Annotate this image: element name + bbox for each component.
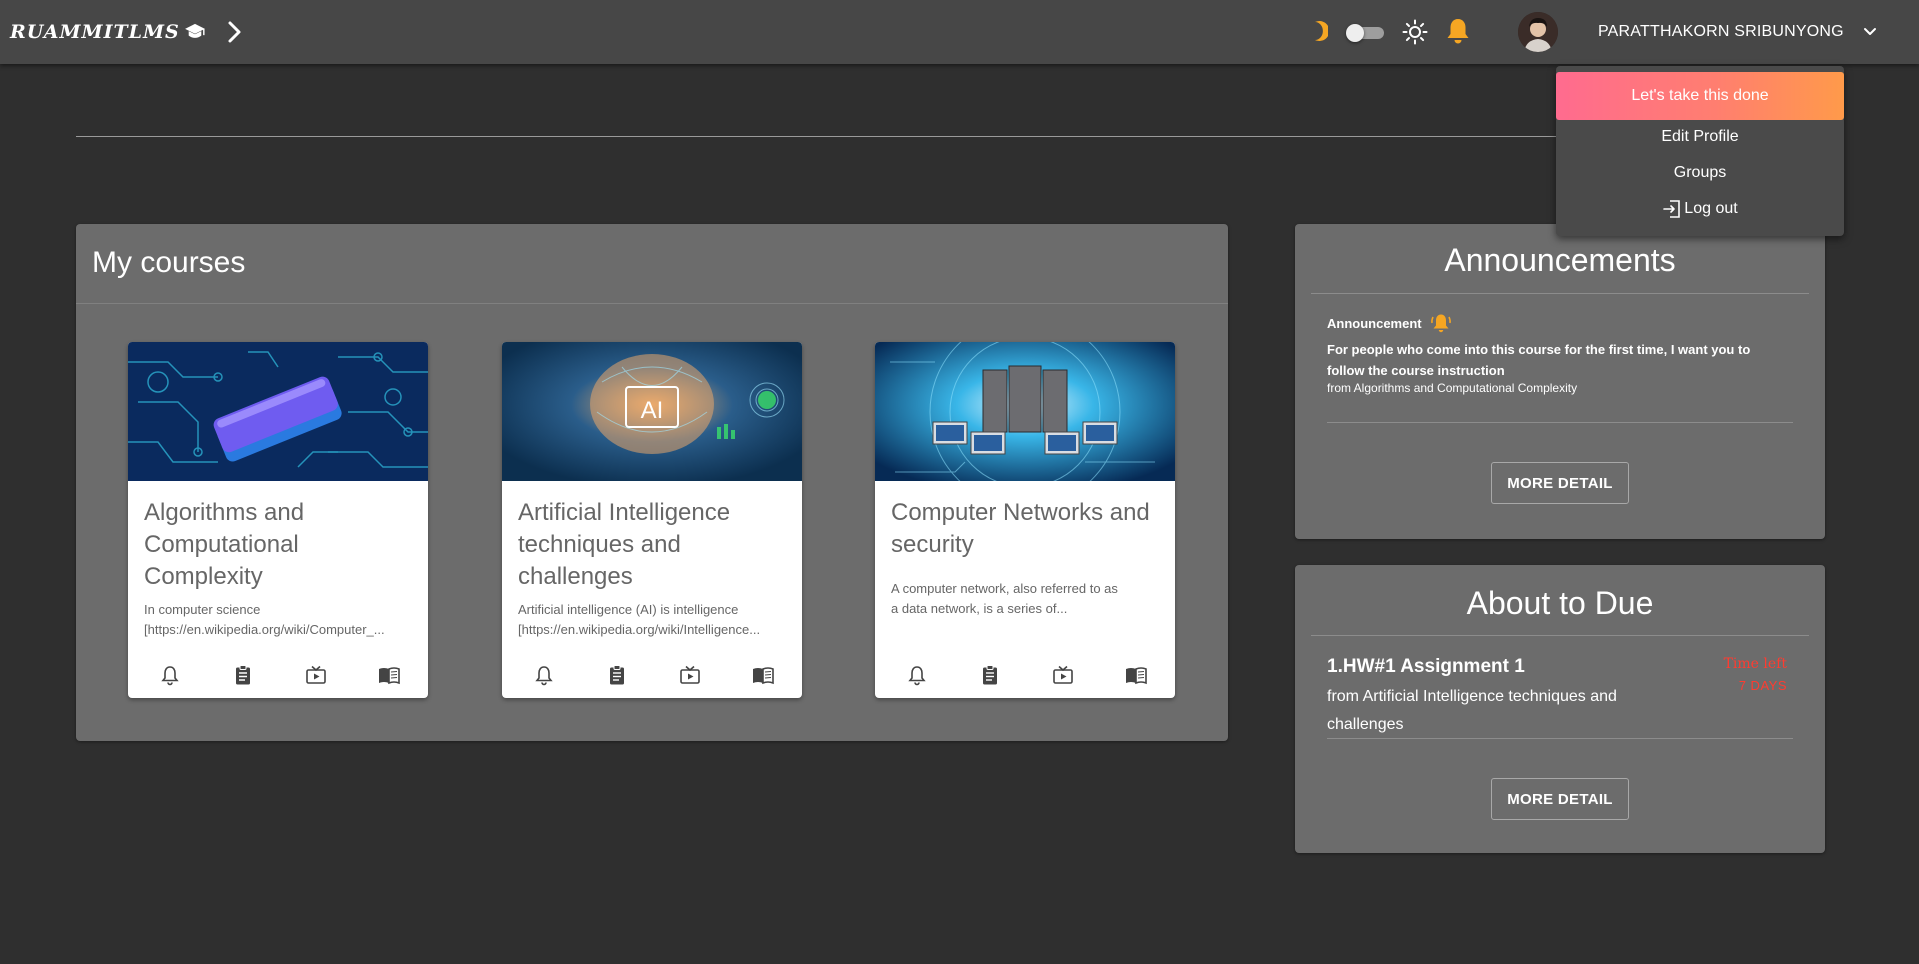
user-menu-dropdown: Let's take this done Edit Profile Groups… bbox=[1556, 66, 1844, 236]
chevron-right-icon[interactable] bbox=[222, 18, 246, 46]
course-image-algorithms bbox=[128, 342, 428, 481]
book-icon[interactable] bbox=[378, 664, 400, 686]
course-actions bbox=[128, 664, 428, 688]
book-icon[interactable] bbox=[1125, 664, 1147, 686]
groups-menu-item[interactable]: Groups bbox=[1556, 164, 1844, 182]
my-courses-title: My courses bbox=[92, 246, 246, 279]
course-description-line: [https://en.wikipedia.org/wiki/Computer_… bbox=[144, 622, 385, 637]
announcement-label: Announcement bbox=[1327, 312, 1452, 334]
panel-divider bbox=[1311, 635, 1809, 636]
announcement-label-text: Announcement bbox=[1327, 315, 1422, 331]
course-description: Artificial intelligence (AI) is intellig… bbox=[518, 600, 790, 640]
assignment-icon[interactable] bbox=[979, 664, 1001, 686]
user-avatar[interactable] bbox=[1518, 12, 1558, 52]
announcements-title: Announcements bbox=[1444, 242, 1676, 278]
course-image-ai: AI bbox=[502, 342, 802, 481]
announcements-panel: Announcements Announcement For people wh… bbox=[1295, 224, 1825, 539]
avatar-image bbox=[1518, 12, 1558, 52]
panel-divider bbox=[1311, 293, 1809, 294]
course-description-line: In computer science bbox=[144, 602, 261, 617]
moon-icon bbox=[1315, 21, 1328, 41]
announcement-text: For people who come into this course for… bbox=[1327, 342, 1751, 378]
my-courses-panel: My courses Algorithms and Computational … bbox=[76, 224, 1228, 741]
course-actions bbox=[502, 664, 802, 688]
logo-text: RUAMMITLMS bbox=[10, 21, 180, 43]
due-assignment-course: from Artificial Intelligence techniques … bbox=[1327, 688, 1617, 733]
due-assignment-title[interactable]: 1.HW#1 Assignment 1 bbox=[1327, 656, 1525, 678]
due-more-detail-button[interactable]: MORE DETAIL bbox=[1491, 778, 1629, 820]
course-card[interactable]: Computer Networks and security A compute… bbox=[875, 342, 1175, 698]
book-icon[interactable] bbox=[752, 664, 774, 686]
logout-label: Log out bbox=[1684, 200, 1738, 217]
course-description-line: a data network, is a series of... bbox=[891, 601, 1068, 616]
logout-menu-item[interactable]: Log out bbox=[1556, 199, 1844, 219]
course-description: A computer network, also referred to as … bbox=[891, 579, 1163, 619]
course-description-line: A computer network, also referred to as bbox=[891, 581, 1118, 596]
logout-icon bbox=[1663, 200, 1681, 218]
video-icon[interactable] bbox=[1052, 664, 1074, 686]
ringing-bell-icon bbox=[1430, 314, 1451, 333]
edit-profile-menu-item[interactable]: Edit Profile bbox=[1556, 128, 1844, 146]
take-this-done-button[interactable]: Let's take this done bbox=[1556, 72, 1844, 120]
sun-icon bbox=[1402, 19, 1428, 45]
assignment-icon[interactable] bbox=[606, 664, 628, 686]
chevron-down-icon[interactable] bbox=[1860, 22, 1880, 42]
due-divider bbox=[1327, 738, 1793, 739]
announcements-more-detail-button[interactable]: MORE DETAIL bbox=[1491, 462, 1629, 504]
toggle-knob bbox=[1346, 24, 1364, 42]
svg-text:AI: AI bbox=[641, 397, 664, 424]
bell-icon[interactable] bbox=[159, 664, 181, 686]
bell-icon[interactable] bbox=[533, 664, 555, 686]
video-icon[interactable] bbox=[679, 664, 701, 686]
course-card[interactable]: AI Artificial Intelligence techniques an… bbox=[502, 342, 802, 698]
time-left-indicator: Time left 7 DAYS bbox=[1677, 653, 1787, 697]
time-left-value: 7 DAYS bbox=[1738, 678, 1787, 693]
about-to-due-title: About to Due bbox=[1466, 585, 1654, 621]
course-card[interactable]: Algorithms and Computational Complexity … bbox=[128, 342, 428, 698]
about-to-due-panel: About to Due 1.HW#1 Assignment 1 from Ar… bbox=[1295, 565, 1825, 853]
notification-bell-icon[interactable] bbox=[1443, 16, 1473, 46]
dark-mode-toggle[interactable] bbox=[1346, 24, 1384, 42]
top-app-bar: RUAMMITLMS PARATTHAKORN SRIBUNYONG bbox=[0, 0, 1919, 64]
course-image-networks bbox=[875, 342, 1175, 481]
user-name[interactable]: PARATTHAKORN SRIBUNYONG bbox=[1598, 23, 1844, 41]
course-title[interactable]: Computer Networks and security bbox=[891, 497, 1161, 561]
course-actions bbox=[875, 664, 1175, 688]
course-title[interactable]: Algorithms and Computational Complexity bbox=[144, 497, 414, 593]
app-logo[interactable]: RUAMMITLMS bbox=[10, 20, 206, 44]
announcement-course: from Algorithms and Computational Comple… bbox=[1327, 381, 1578, 395]
course-title[interactable]: Artificial Intelligence techniques and c… bbox=[518, 497, 788, 593]
course-description: In computer science [https://en.wikipedi… bbox=[144, 600, 416, 640]
course-description-line: [https://en.wikipedia.org/wiki/Intellige… bbox=[518, 622, 761, 637]
time-left-label: Time left bbox=[1723, 656, 1787, 672]
bell-icon[interactable] bbox=[906, 664, 928, 686]
assignment-icon[interactable] bbox=[232, 664, 254, 686]
course-description-line: Artificial intelligence (AI) is intellig… bbox=[518, 602, 739, 617]
announcement-divider bbox=[1327, 422, 1793, 423]
video-icon[interactable] bbox=[305, 664, 327, 686]
panel-divider bbox=[76, 303, 1228, 304]
graduation-cap-icon bbox=[184, 23, 205, 38]
